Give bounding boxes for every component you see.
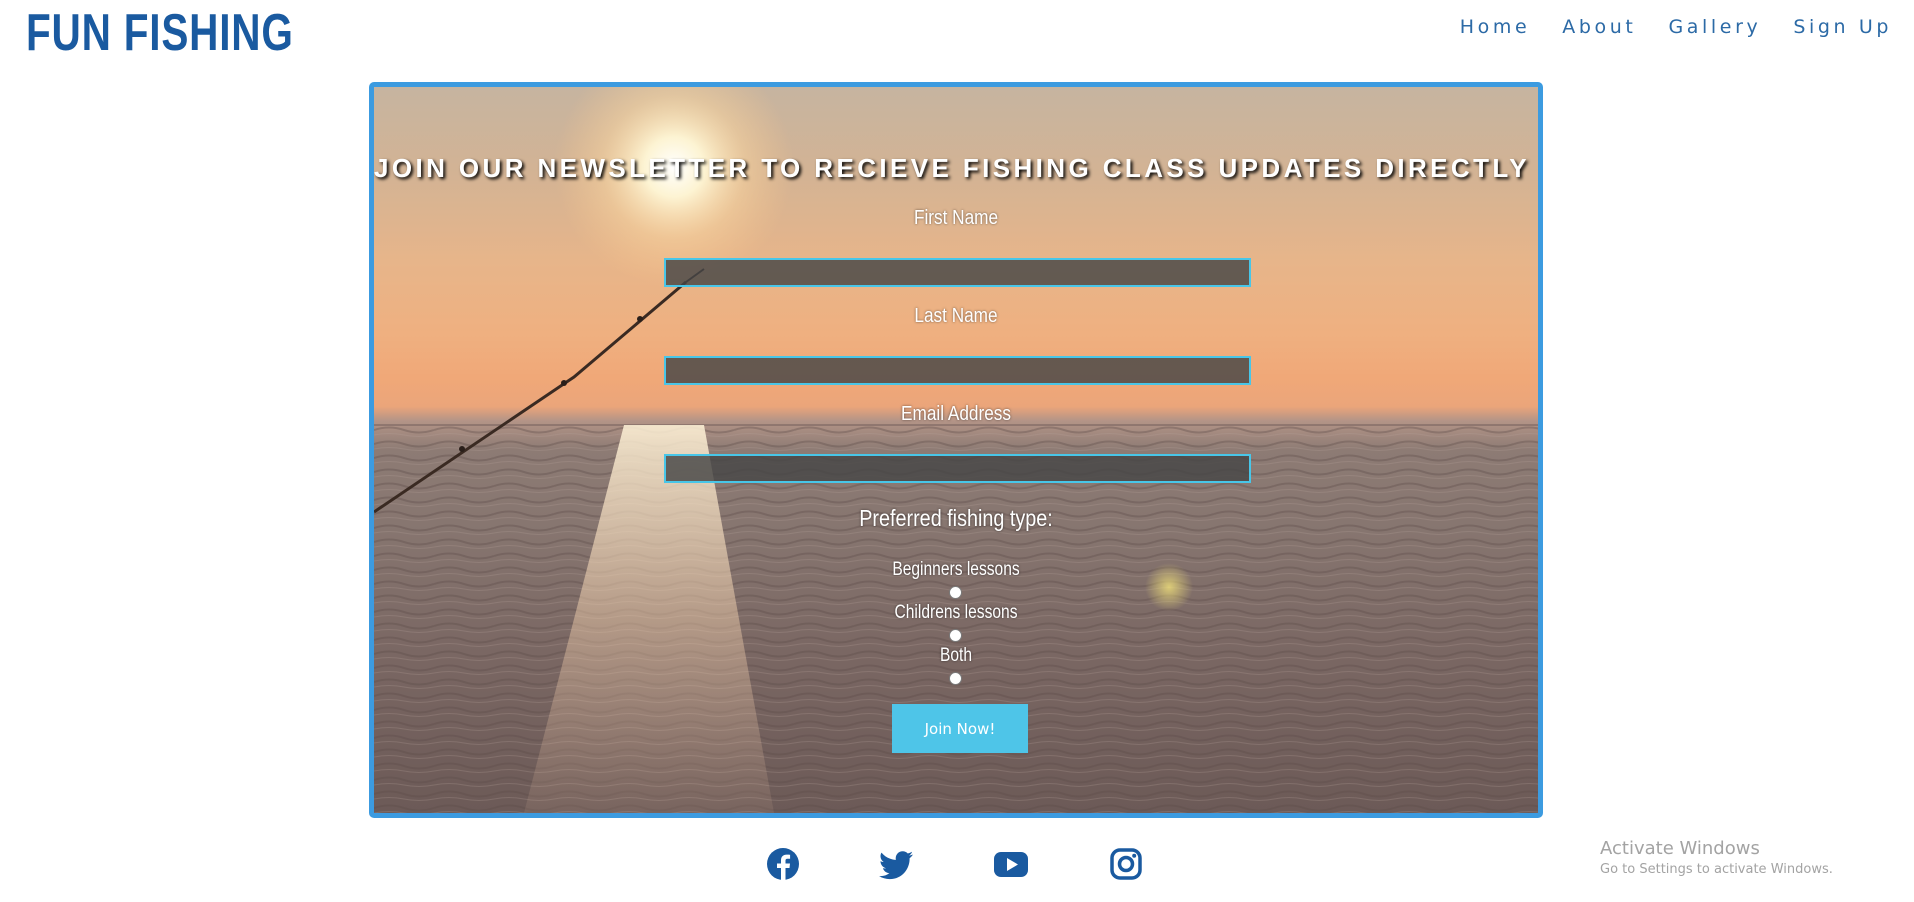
join-now-button[interactable]: Join Now! <box>892 704 1028 753</box>
newsletter-panel: JOIN OUR NEWSLETTER TO RECIEVE FISHING C… <box>369 82 1543 818</box>
childrens-lessons-label: Childrens lessons <box>894 602 1018 623</box>
facebook-icon[interactable] <box>766 847 800 881</box>
last-name-label: Last Name <box>914 305 998 327</box>
nav-about[interactable]: About <box>1562 14 1636 40</box>
nav-home[interactable]: Home <box>1460 14 1531 40</box>
activate-windows-watermark: Activate Windows Go to Settings to activ… <box>1600 837 1833 879</box>
newsletter-title: JOIN OUR NEWSLETTER TO RECIEVE FISHING C… <box>374 153 1538 183</box>
nav-sign-up[interactable]: Sign Up <box>1793 14 1892 40</box>
email-label: Email Address <box>901 403 1011 425</box>
email-input[interactable] <box>664 454 1251 483</box>
main-nav: Home About Gallery Sign Up <box>1428 14 1892 40</box>
nav-gallery[interactable]: Gallery <box>1668 14 1761 40</box>
first-name-input[interactable] <box>664 258 1251 287</box>
childrens-lessons-radio[interactable] <box>949 629 962 642</box>
beginners-lessons-radio[interactable] <box>949 586 962 599</box>
preferred-fishing-type-heading: Preferred fishing type: <box>859 505 1053 531</box>
both-radio[interactable] <box>949 672 962 685</box>
both-label: Both <box>939 645 973 666</box>
watermark-title: Activate Windows <box>1600 838 1760 859</box>
site-logo[interactable]: FUN FISHING <box>26 2 294 64</box>
last-name-input[interactable] <box>664 356 1251 385</box>
first-name-label: First Name <box>913 207 999 229</box>
twitter-icon[interactable] <box>879 847 915 881</box>
watermark-subtitle: Go to Settings to activate Windows. <box>1600 862 1833 877</box>
instagram-icon[interactable] <box>1109 847 1143 881</box>
beginners-lessons-label: Beginners lessons <box>892 559 1020 580</box>
youtube-icon[interactable] <box>993 847 1029 881</box>
